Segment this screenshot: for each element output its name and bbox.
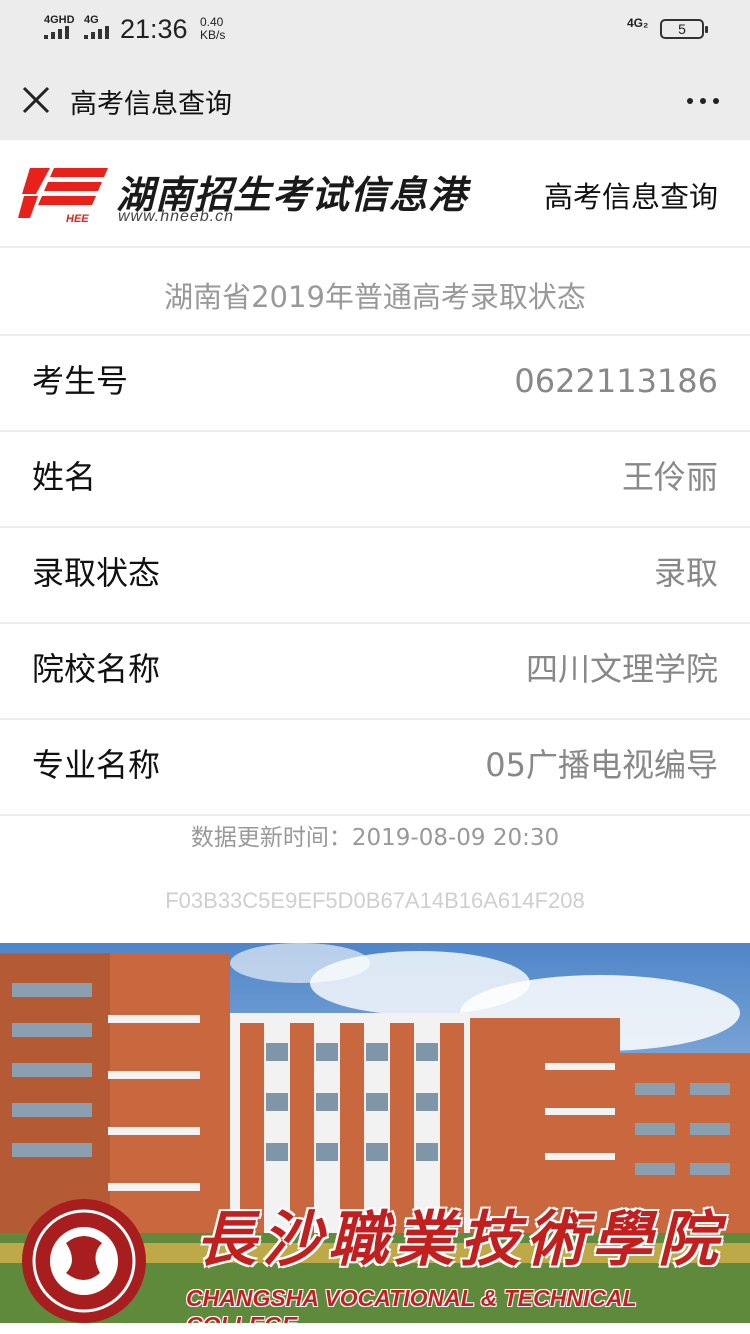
more-button[interactable] xyxy=(680,86,730,116)
update-label: 数据更新时间： xyxy=(190,825,352,851)
college-banner[interactable]: 長沙職業技術學院 CHANGSHA VOCATIONAL & TECHNICAL… xyxy=(0,943,750,1323)
result-title: 湖南省2019年普通高考录取状态 xyxy=(0,260,750,336)
info-value: 05广播电视编导 xyxy=(485,746,718,784)
clock: 21:36 xyxy=(120,14,188,44)
info-label: 录取状态 xyxy=(32,554,161,592)
info-value: 四川文理学院 xyxy=(525,650,718,688)
info-value: 0622113186 xyxy=(514,362,718,400)
signal-icon xyxy=(44,26,69,39)
college-name: 長沙職業技術學院 xyxy=(196,1205,724,1275)
battery-icon: 5 xyxy=(660,19,708,39)
status-bar: 4GHD 4G 21:36 0.40 KB/s 4G₂ 5 xyxy=(0,0,750,62)
nav-title: 高考信息查询 xyxy=(70,89,232,120)
network-type-1: 4GHD xyxy=(44,14,75,26)
site-logo[interactable]: HEE xyxy=(16,162,112,230)
info-label: 姓名 xyxy=(32,458,97,496)
close-button[interactable] xyxy=(16,80,56,120)
close-icon xyxy=(22,86,50,114)
row-school-name: 院校名称 四川文理学院 xyxy=(0,624,750,720)
info-label: 专业名称 xyxy=(32,746,161,784)
row-name: 姓名 王伶丽 xyxy=(0,432,750,528)
nav-bar: 高考信息查询 xyxy=(0,62,750,140)
info-label: 院校名称 xyxy=(32,650,161,688)
update-value: 2019-08-09 20:30 xyxy=(351,825,560,851)
verification-hash: F03B33C5E9EF5D0B67A14B16A614F208 xyxy=(165,888,585,913)
site-url: www.hneeb.cn xyxy=(118,208,235,225)
network-type-right: 4G₂ xyxy=(627,16,649,30)
info-value: 王伶丽 xyxy=(621,458,718,496)
college-name-en: CHANGSHA VOCATIONAL & TECHNICAL COLLEGE xyxy=(186,1285,637,1323)
admission-info-list: 考生号 0622113186 姓名 王伶丽 录取状态 录取 院校名称 四川文理学… xyxy=(0,336,750,816)
info-value: 录取 xyxy=(653,554,718,592)
logo-text: HEE xyxy=(66,213,89,225)
site-header: HEE 湖南招生考试信息港 www.hneeb.cn 高考信息查询 xyxy=(0,140,750,248)
network-speed: 0.40 KB/s xyxy=(200,16,225,42)
hee-logo-icon: HEE xyxy=(18,168,108,225)
row-candidate-number: 考生号 0622113186 xyxy=(0,336,750,432)
network-type-2: 4G xyxy=(84,14,99,26)
speed-unit: KB/s xyxy=(200,28,226,42)
row-major-name: 专业名称 05广播电视编导 xyxy=(0,720,750,816)
info-label: 考生号 xyxy=(32,362,129,400)
more-icon xyxy=(687,98,719,104)
battery-level: 5 xyxy=(678,21,686,37)
row-admission-status: 录取状态 录取 xyxy=(0,528,750,624)
update-time: 数据更新时间：2019-08-09 20:30 xyxy=(0,818,750,852)
query-link[interactable]: 高考信息查询 xyxy=(544,174,718,216)
signal-icon-2 xyxy=(84,26,109,39)
